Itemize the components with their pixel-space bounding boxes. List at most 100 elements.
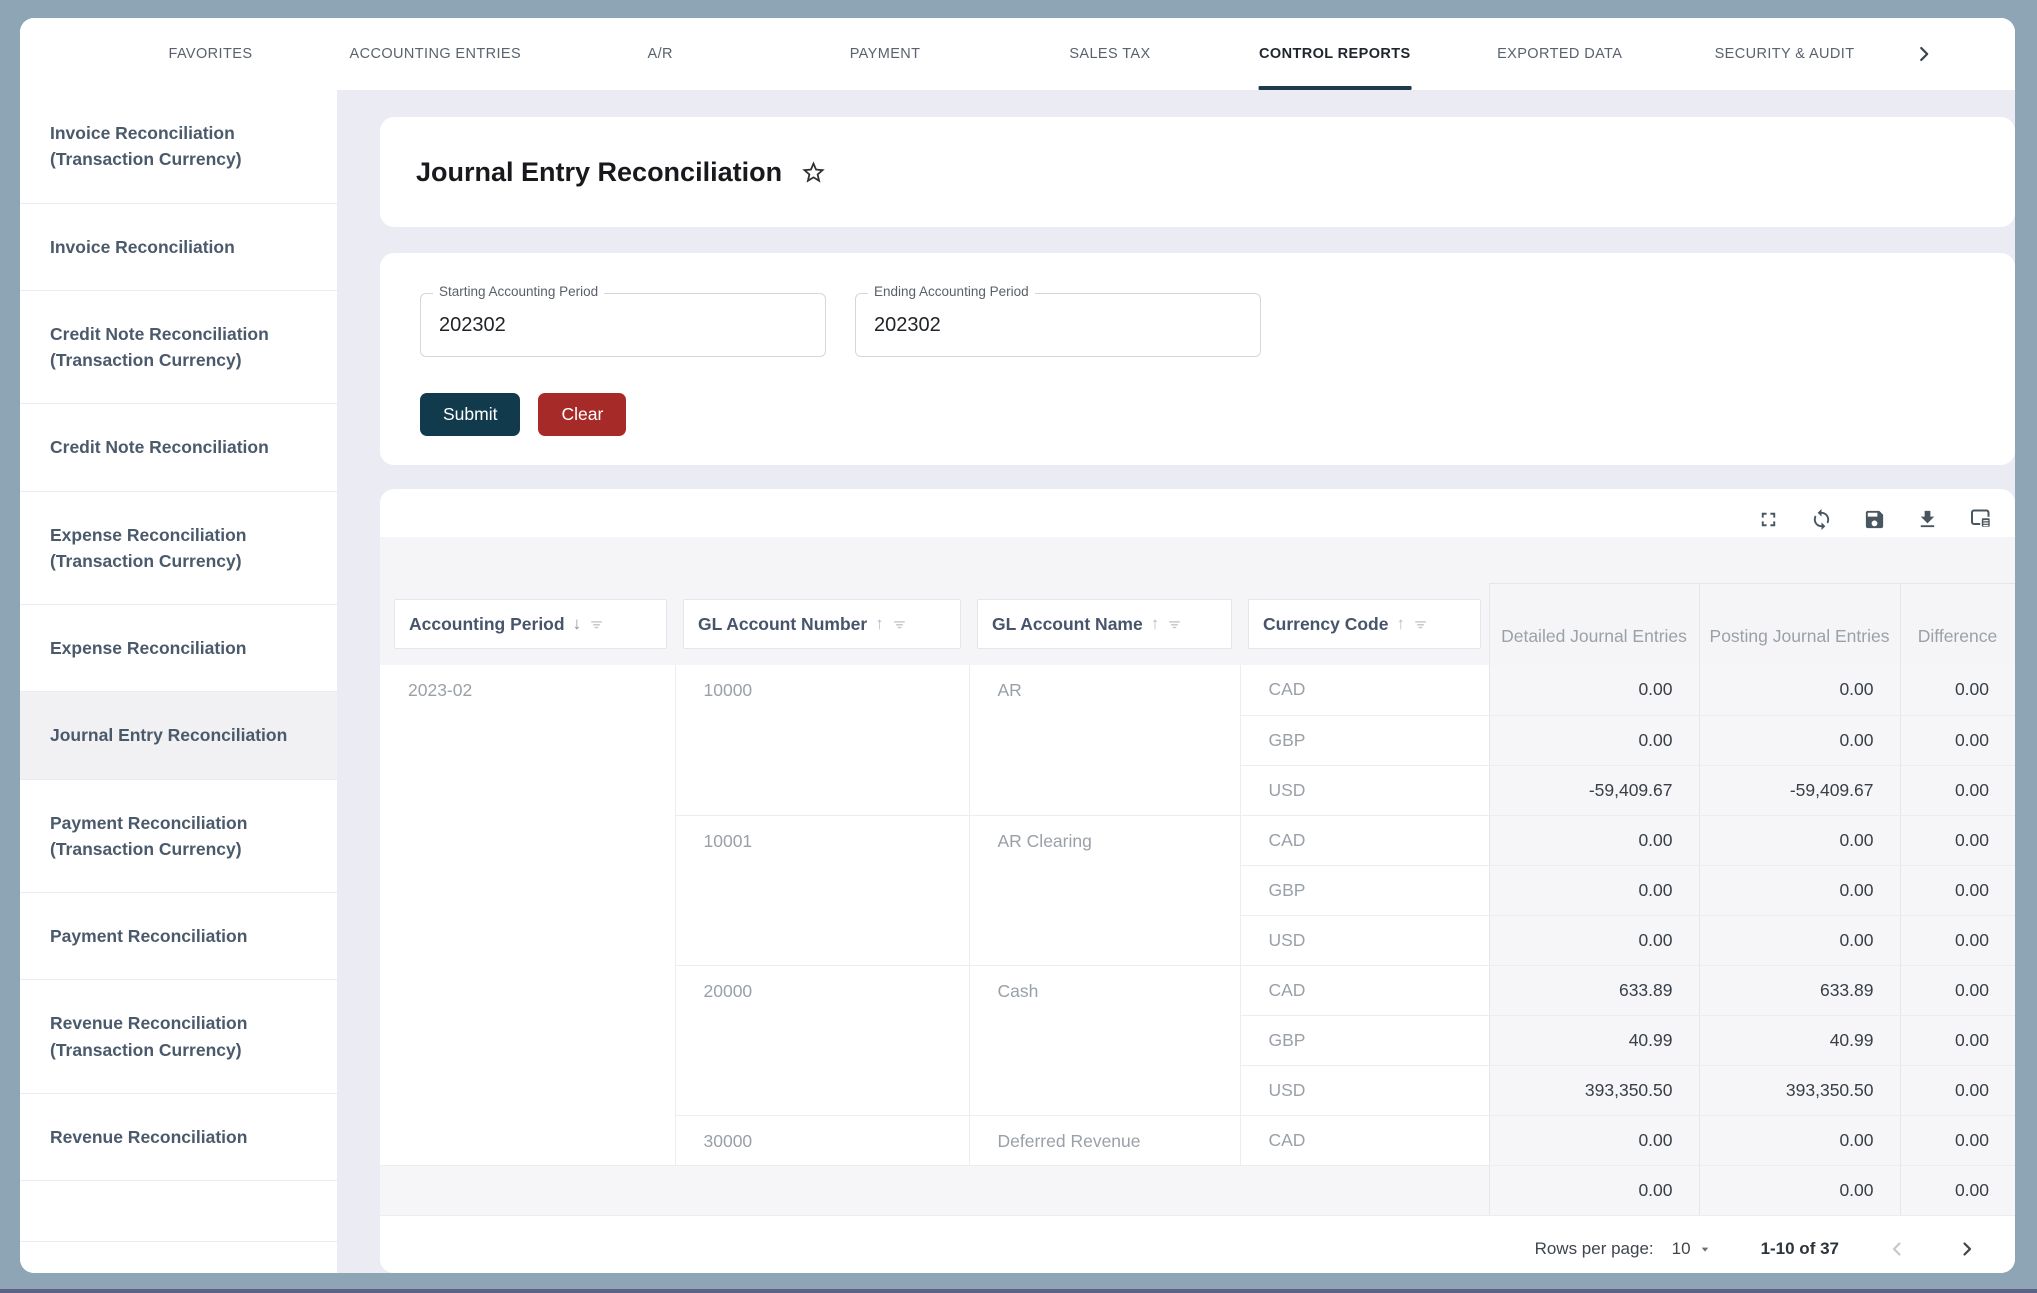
cell-difference: 0.00 xyxy=(1900,815,2015,865)
cell-currency: USD xyxy=(1240,1065,1489,1115)
tab-favorites[interactable]: FAVORITES xyxy=(98,18,323,90)
filter-icon xyxy=(1413,617,1428,632)
cell-posting: 0.00 xyxy=(1699,715,1900,765)
sidebar-item-invoice-reconciliation-txn[interactable]: Invoice Reconciliation (Transaction Curr… xyxy=(20,90,337,204)
cell-detailed: 0.00 xyxy=(1489,865,1699,915)
column-header-gl-account-number[interactable]: GL Account Number ↑ xyxy=(683,599,961,649)
sidebar-item-journal-entry-reconciliation[interactable]: Journal Entry Reconciliation xyxy=(20,692,337,779)
refresh-icon[interactable] xyxy=(1810,508,1833,531)
rows-per-page-value: 10 xyxy=(1672,1239,1691,1259)
cell-currency: CAD xyxy=(1240,815,1489,865)
cell-currency: GBP xyxy=(1240,715,1489,765)
column-label: GL Account Name xyxy=(992,614,1143,635)
tab-sales-tax[interactable]: SALES TAX xyxy=(998,18,1223,90)
tab-control-reports[interactable]: CONTROL REPORTS xyxy=(1222,18,1447,90)
tab-accounting-entries[interactable]: ACCOUNTING ENTRIES xyxy=(323,18,548,90)
sidebar-item-invoice-reconciliation[interactable]: Invoice Reconciliation xyxy=(20,204,337,291)
cell-gl-account-name: Deferred Revenue xyxy=(969,1115,1240,1165)
sidebar-item-revenue-reconciliation[interactable]: Revenue Reconciliation xyxy=(20,1094,337,1181)
cell-detailed: 0.00 xyxy=(1489,715,1699,765)
cell-posting: 0.00 xyxy=(1699,815,1900,865)
tab-security-audit[interactable]: SECURITY & AUDIT xyxy=(1672,18,1897,90)
cell-difference: 0.00 xyxy=(1900,715,2015,765)
tab-label: EXPORTED DATA xyxy=(1497,46,1622,62)
sidebar-item-expense-reconciliation-txn[interactable]: Expense Reconciliation (Transaction Curr… xyxy=(20,492,337,606)
cell-difference: 0.00 xyxy=(1900,1015,2015,1065)
header-cell: GL Account Name ↑ xyxy=(969,537,1240,665)
filter-icon xyxy=(892,617,907,632)
tab-payment[interactable]: PAYMENT xyxy=(773,18,998,90)
sidebar-item-credit-note-reconciliation-txn[interactable]: Credit Note Reconciliation (Transaction … xyxy=(20,291,337,405)
filter-card: Starting Accounting Period Ending Accoun… xyxy=(380,253,2015,465)
column-header-accounting-period[interactable]: Accounting Period ↓ xyxy=(394,599,667,649)
sidebar-item-revenue-reconciliation-txn[interactable]: Revenue Reconciliation (Transaction Curr… xyxy=(20,980,337,1094)
summary-spacer xyxy=(380,1165,1489,1215)
starting-period-label: Starting Accounting Period xyxy=(433,284,604,299)
cell-gl-account-number: 20000 xyxy=(675,965,969,1115)
tab-ar[interactable]: A/R xyxy=(548,18,773,90)
rows-per-page-label: Rows per page: xyxy=(1535,1239,1654,1259)
table-header-row: Accounting Period ↓ GL Account Number ↑ xyxy=(380,537,2015,665)
cell-posting: 40.99 xyxy=(1699,1015,1900,1065)
columns-icon[interactable] xyxy=(1969,507,1993,531)
column-header-gl-account-name[interactable]: GL Account Name ↑ xyxy=(977,599,1232,649)
chevron-left-icon xyxy=(1885,1237,1909,1261)
download-icon[interactable] xyxy=(1916,508,1939,531)
ending-period-label: Ending Accounting Period xyxy=(868,284,1035,299)
cell-currency: CAD xyxy=(1240,665,1489,715)
rows-per-page-select[interactable]: 10 xyxy=(1672,1239,1713,1259)
content-area: Journal Entry Reconciliation Starting Ac… xyxy=(337,90,2015,1273)
save-icon[interactable] xyxy=(1863,508,1886,531)
header-cell: Accounting Period ↓ xyxy=(380,537,675,665)
sidebar-item-credit-note-reconciliation[interactable]: Credit Note Reconciliation xyxy=(20,404,337,491)
chevron-right-icon xyxy=(1955,1237,1979,1261)
sidebar-item-empty xyxy=(20,1181,337,1242)
tabs-overflow-button[interactable] xyxy=(1897,18,1951,90)
cell-gl-account-number: 10001 xyxy=(675,815,969,965)
cell-detailed: -59,409.67 xyxy=(1489,765,1699,815)
cell-detailed: 0.00 xyxy=(1489,915,1699,965)
summary-difference: 0.00 xyxy=(1900,1165,2015,1215)
starting-period-input[interactable] xyxy=(421,314,825,337)
tab-label: SALES TAX xyxy=(1069,46,1150,62)
cell-difference: 0.00 xyxy=(1900,865,2015,915)
sidebar-item-payment-reconciliation[interactable]: Payment Reconciliation xyxy=(20,893,337,980)
cell-detailed: 0.00 xyxy=(1489,815,1699,865)
favorite-toggle-button[interactable] xyxy=(800,159,827,186)
next-page-button[interactable] xyxy=(1955,1237,1979,1261)
starting-period-field: Starting Accounting Period xyxy=(420,293,826,357)
cell-difference: 0.00 xyxy=(1900,1115,2015,1165)
table-toolbar xyxy=(380,489,2015,531)
table-card: Accounting Period ↓ GL Account Number ↑ xyxy=(380,489,2015,1273)
fullscreen-icon[interactable] xyxy=(1757,508,1780,531)
clear-button[interactable]: Clear xyxy=(538,393,626,436)
cell-detailed: 0.00 xyxy=(1489,1115,1699,1165)
cell-detailed: 0.00 xyxy=(1489,665,1699,715)
table-row: 2023-02 10000 AR CAD 0.00 0.00 0.00 xyxy=(380,665,2015,715)
tab-label: PAYMENT xyxy=(850,46,921,62)
cell-detailed: 40.99 xyxy=(1489,1015,1699,1065)
cell-posting: 0.00 xyxy=(1699,665,1900,715)
app-window: FAVORITES ACCOUNTING ENTRIES A/R PAYMENT… xyxy=(20,18,2015,1273)
sidebar-item-expense-reconciliation[interactable]: Expense Reconciliation xyxy=(20,605,337,692)
summary-posting: 0.00 xyxy=(1699,1165,1900,1215)
cell-currency: GBP xyxy=(1240,1015,1489,1065)
cell-detailed: 393,350.50 xyxy=(1489,1065,1699,1115)
submit-button[interactable]: Submit xyxy=(420,393,520,436)
column-header-currency-code[interactable]: Currency Code ↑ xyxy=(1248,599,1481,649)
window-frame-edge xyxy=(0,1289,2037,1293)
sort-asc-icon: ↑ xyxy=(1151,614,1160,634)
filter-icon xyxy=(589,617,604,632)
previous-page-button[interactable] xyxy=(1885,1237,1909,1261)
tab-exported-data[interactable]: EXPORTED DATA xyxy=(1447,18,1672,90)
cell-difference: 0.00 xyxy=(1900,665,2015,715)
tab-label: CONTROL REPORTS xyxy=(1259,46,1411,62)
ending-period-field: Ending Accounting Period xyxy=(855,293,1261,357)
sidebar-item-payment-reconciliation-txn[interactable]: Payment Reconciliation (Transaction Curr… xyxy=(20,780,337,894)
column-label: Accounting Period xyxy=(409,614,565,635)
cell-gl-account-number: 30000 xyxy=(675,1115,969,1165)
column-label: Currency Code xyxy=(1263,614,1388,635)
sort-asc-icon: ↑ xyxy=(875,614,884,634)
ending-period-input[interactable] xyxy=(856,314,1260,337)
tab-label: A/R xyxy=(648,46,673,62)
